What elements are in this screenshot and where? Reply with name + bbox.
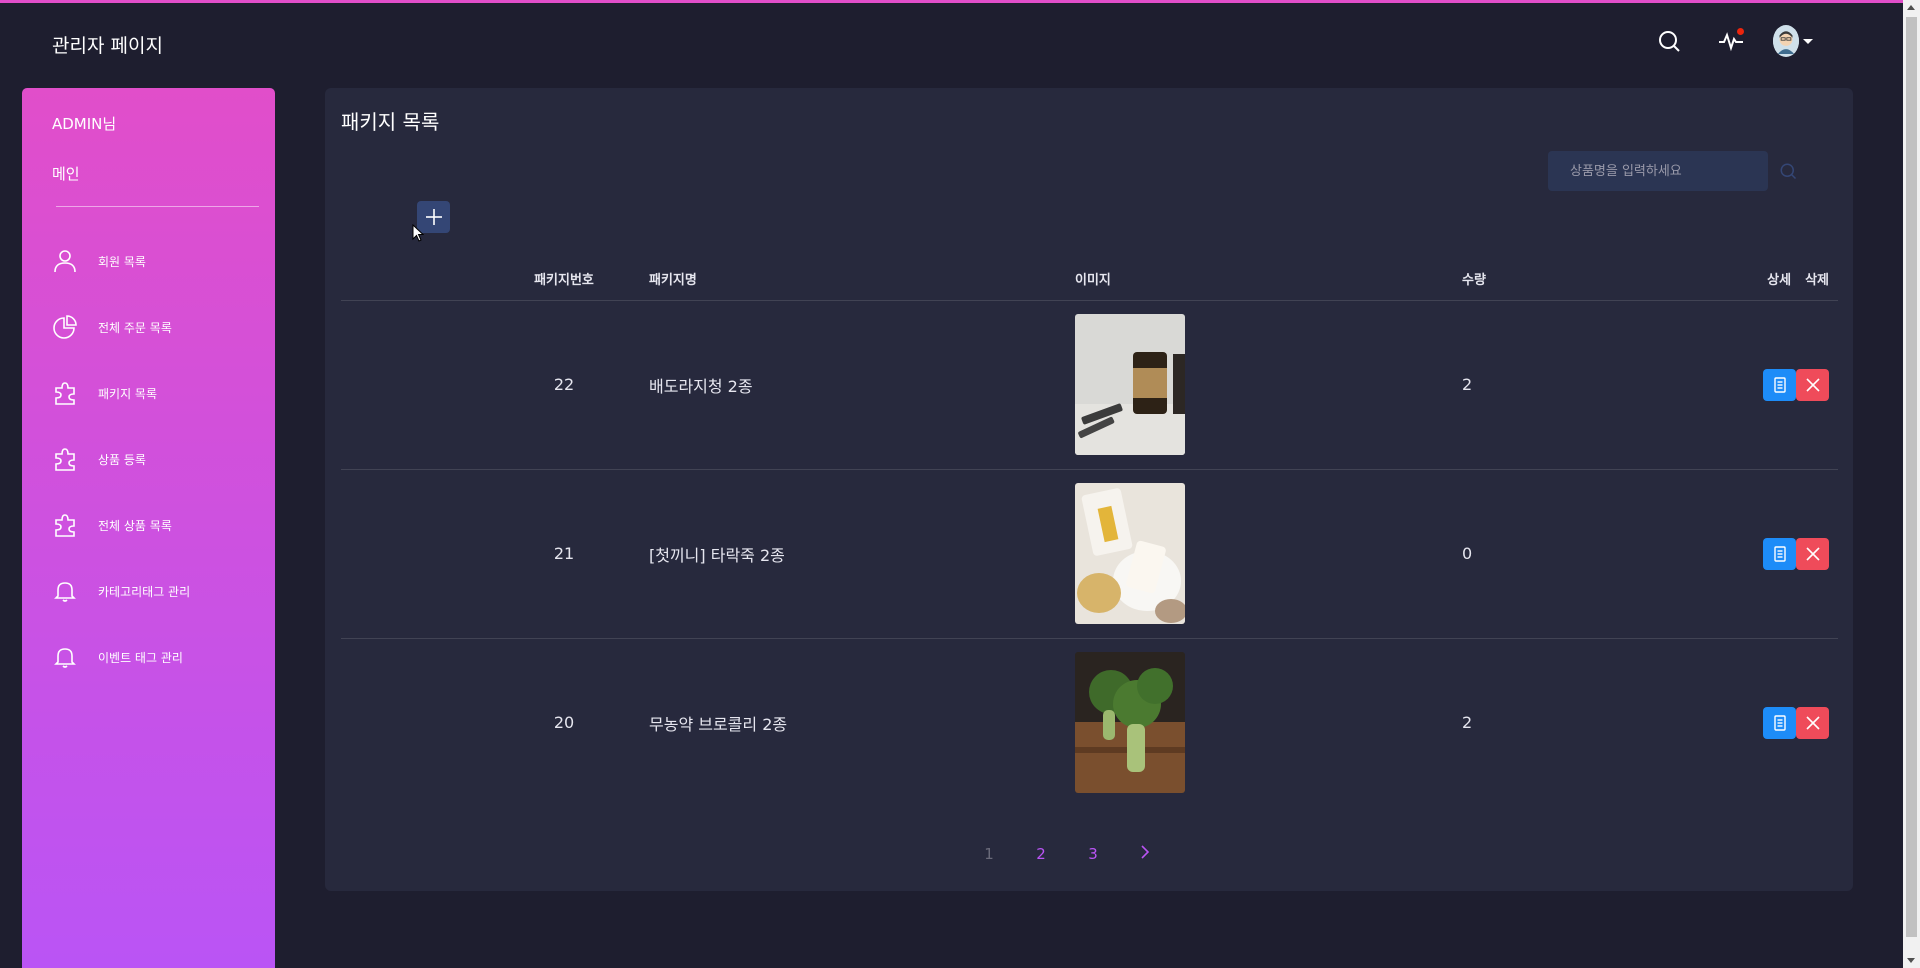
notifications-button[interactable] <box>1711 21 1751 61</box>
sidebar-item-product-register[interactable]: 상품 등록 <box>22 426 275 492</box>
sidebar-item-label: 전체 상품 목록 <box>98 518 172 533</box>
user-menu-button[interactable] <box>1773 21 1813 61</box>
column-header-actions: 상세 삭제 <box>1722 258 1838 301</box>
puzzle-icon <box>55 514 75 537</box>
sidebar-item-packages[interactable]: 패키지 목록 <box>22 360 275 426</box>
search-submit-button[interactable] <box>1768 151 1808 191</box>
sidebar-item-orders[interactable]: 전체 주문 목록 <box>22 294 275 360</box>
page-link-1[interactable]: 1 <box>963 845 1015 863</box>
scroll-up-arrow-icon[interactable] <box>1907 5 1915 10</box>
package-no-cell: 22 <box>341 300 599 470</box>
pagination: 1 2 3 <box>303 845 1831 863</box>
sidebar-item-label: 회원 목록 <box>98 254 146 269</box>
puzzle-icon <box>55 382 75 405</box>
scrollbar-thumb[interactable] <box>1906 17 1917 937</box>
notification-dot <box>1737 28 1744 35</box>
package-actions-cell <box>1722 300 1838 470</box>
package-image-cell <box>1075 469 1462 639</box>
close-icon <box>1805 716 1820 730</box>
column-header-no: 패키지번호 <box>341 258 599 301</box>
navbar-icons <box>1627 21 1813 61</box>
plus-icon <box>425 209 442 225</box>
document-icon <box>1773 376 1786 393</box>
sidebar: ADMIN님 메인 회원 목록 전체 주문 목록 패키지 목록 상품 등록 전체… <box>22 88 275 968</box>
page-title: 패키지 목록 <box>341 110 440 134</box>
document-icon <box>1773 715 1786 731</box>
scroll-down-arrow-icon[interactable] <box>1907 958 1915 963</box>
delete-button[interactable] <box>1796 706 1829 739</box>
delete-button[interactable] <box>1796 537 1829 570</box>
search-button[interactable] <box>1649 21 1689 61</box>
puzzle-icon <box>55 448 75 471</box>
search-input[interactable] <box>1548 151 1768 191</box>
package-name-cell: 배도라지청 2종 <box>599 300 1075 470</box>
page-link-3[interactable]: 3 <box>1067 845 1119 863</box>
brand-title[interactable]: 관리자 페이지 <box>52 31 163 58</box>
sidebar-item-event-tags[interactable]: 이벤트 태그 관리 <box>22 624 275 690</box>
package-name-cell: [첫끼니] 타락죽 2종 <box>599 469 1075 639</box>
page-link-2[interactable]: 2 <box>1015 845 1067 863</box>
package-qty-cell: 2 <box>1462 300 1722 470</box>
top-navbar: 관리자 페이지 <box>0 3 1903 83</box>
chevron-right-icon <box>1141 845 1150 859</box>
delete-button[interactable] <box>1796 368 1829 401</box>
package-no-cell: 20 <box>553 713 575 733</box>
package-list-card: 패키지 목록 패키지번호 패키지명 이미지 수량 상세삭제 22 <box>325 88 1853 891</box>
sidebar-menu: 회원 목록 전체 주문 목록 패키지 목록 상품 등록 전체 상품 목록 카테고… <box>22 228 275 690</box>
sidebar-user-label[interactable]: ADMIN님 <box>52 113 116 134</box>
sidebar-item-category-tags[interactable]: 카테고리태그 관리 <box>22 558 275 624</box>
package-table: 패키지번호 패키지명 이미지 수량 상세 삭제 22 배도라지청 2종 2 21… <box>341 258 1838 807</box>
product-thumbnail <box>1075 652 1185 794</box>
package-image-cell <box>1075 638 1462 807</box>
sidebar-item-label: 이벤트 태그 관리 <box>98 650 183 665</box>
column-header-qty: 수량 <box>1462 258 1722 301</box>
bell-icon <box>54 648 76 668</box>
sidebar-item-members[interactable]: 회원 목록 <box>22 228 275 294</box>
detail-button[interactable] <box>1763 368 1796 401</box>
product-thumbnail <box>1075 483 1185 624</box>
detail-button[interactable] <box>1763 537 1796 570</box>
search-icon <box>1659 31 1680 52</box>
column-header-detail: 상세 <box>1767 273 1792 289</box>
table-row: 21 [첫끼니] 타락죽 2종 0 <box>341 469 1838 639</box>
sidebar-item-label: 카테고리태그 관리 <box>98 584 191 599</box>
avatar <box>1773 25 1799 57</box>
sidebar-item-label: 패키지 목록 <box>98 386 158 401</box>
sidebar-item-label: 전체 주문 목록 <box>98 320 172 335</box>
table-header-row: 패키지번호 패키지명 이미지 수량 상세 삭제 <box>341 258 1838 301</box>
chart-pie-icon <box>53 315 77 339</box>
package-actions-cell <box>1722 469 1838 639</box>
chevron-down-icon <box>1803 38 1813 44</box>
sidebar-divider <box>56 206 259 207</box>
sidebar-item-all-products[interactable]: 전체 상품 목록 <box>22 492 275 558</box>
search-icon <box>1780 163 1797 180</box>
table-row: 22 배도라지청 2종 2 <box>341 300 1838 470</box>
column-header-delete: 삭제 <box>1805 273 1829 289</box>
sidebar-item-label: 상품 등록 <box>98 452 146 467</box>
document-icon <box>1773 545 1786 562</box>
package-qty-cell: 2 <box>1462 713 1473 733</box>
next-page-button[interactable] <box>1119 845 1171 863</box>
package-qty-cell: 0 <box>1462 469 1722 639</box>
package-image-cell <box>1075 300 1462 470</box>
close-icon <box>1805 546 1820 561</box>
detail-button[interactable] <box>1763 706 1796 739</box>
user-icon <box>54 250 76 273</box>
package-no-cell: 21 <box>341 469 599 639</box>
page-scrollbar[interactable] <box>1903 0 1920 968</box>
mouse-cursor-icon <box>412 224 424 242</box>
close-icon <box>1805 377 1820 392</box>
package-actions-cell <box>1722 638 1838 807</box>
column-header-name: 패키지명 <box>599 258 1075 301</box>
product-thumbnail <box>1075 314 1185 455</box>
package-name-cell: 무농약 브로콜리 2종 <box>649 714 788 734</box>
table-row: 20 무농약 브로콜리 2종 2 <box>341 638 1838 807</box>
column-header-image: 이미지 <box>1075 258 1462 301</box>
sidebar-main-link[interactable]: 메인 <box>52 163 80 184</box>
bell-icon <box>54 582 76 602</box>
